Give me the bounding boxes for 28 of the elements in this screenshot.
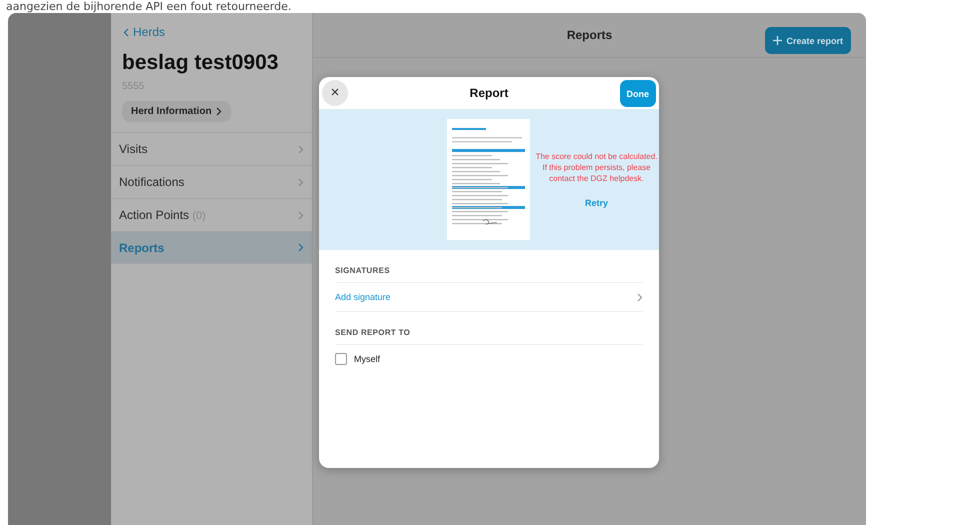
sidebar-item[interactable]: Reports <box>111 231 312 264</box>
done-button[interactable]: Done <box>620 80 656 107</box>
checkbox-label: Myself <box>354 354 380 364</box>
chevron-right-icon <box>298 178 304 186</box>
sidebar-item-label: Visits <box>119 142 148 156</box>
herd-information-button[interactable]: Herd Information <box>122 101 231 122</box>
herd-title: beslag test0903 <box>121 50 280 75</box>
chevron-right-icon <box>216 107 222 116</box>
caption-text: aangezien de bijhorende API een fout retourneerde. <box>5 0 292 13</box>
plus-icon <box>773 36 782 45</box>
chevron-right-icon <box>637 292 643 302</box>
sidebar-item-label: Reports <box>119 240 164 254</box>
section-heading: SEND REPORT TO <box>335 322 643 345</box>
retry-button[interactable]: Retry <box>584 198 608 208</box>
chevron-left-icon <box>123 28 129 36</box>
create-report-button[interactable]: Create report <box>765 27 851 54</box>
error-message: The score could not be calculated. If this problem persists, please contact the DGZ helpdesk. <box>534 151 658 184</box>
checkbox[interactable] <box>335 353 347 365</box>
back-link[interactable]: Herds <box>111 13 312 39</box>
chevron-right-icon <box>298 144 304 154</box>
add-signature-link[interactable]: Add signature <box>335 292 391 302</box>
dialog-title: Report <box>470 86 508 100</box>
chevron-right-icon <box>298 210 304 220</box>
section-heading: SIGNATURES <box>335 260 643 283</box>
sidebar-item-label: Notifications <box>119 175 184 189</box>
chevron-right-icon <box>298 243 304 252</box>
close-button[interactable]: × <box>322 80 348 106</box>
page-title: Reports <box>566 28 612 42</box>
